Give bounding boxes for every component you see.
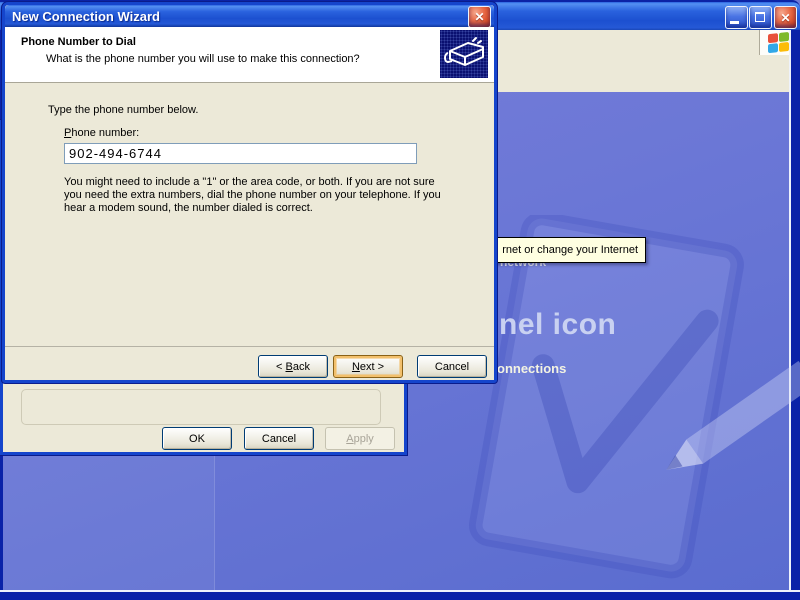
wizard-header: Phone Number to Dial What is the phone n…	[5, 27, 494, 83]
close-icon: ✕	[775, 7, 796, 28]
next-button[interactable]: Next >	[333, 355, 403, 378]
windows-logo-icon	[768, 31, 790, 53]
help-text: You might need to include a "1" or the a…	[64, 176, 441, 215]
close-icon: ✕	[469, 7, 490, 27]
minimize-button[interactable]	[725, 6, 748, 29]
apply-button[interactable]: Apply	[325, 427, 395, 450]
cancel-button[interactable]: Cancel	[244, 427, 314, 450]
modem-icon	[440, 30, 488, 78]
wizard-title: New Connection Wizard	[12, 9, 160, 24]
pane-divider	[3, 455, 215, 592]
instruction-text: Type the phone number below.	[48, 104, 198, 116]
wizard-header-title: Phone Number to Dial	[21, 36, 136, 48]
wizard-close-button[interactable]: ✕	[468, 6, 491, 28]
wizard-header-subtitle: What is the phone number you will use to…	[46, 53, 360, 65]
wizard-titlebar[interactable]: New Connection Wizard	[5, 5, 494, 27]
maximize-icon	[755, 12, 765, 22]
footer-separator	[5, 346, 494, 347]
phone-number-input[interactable]	[64, 143, 417, 164]
wizard-cancel-button[interactable]: Cancel	[417, 355, 487, 378]
new-connection-wizard-dialog: New Connection Wizard ✕ Phone Number to …	[2, 2, 497, 383]
maximize-button[interactable]	[749, 6, 772, 29]
minimize-icon	[730, 21, 739, 24]
back-button[interactable]: < Back	[258, 355, 328, 378]
connections-text-fragment: onnections	[497, 361, 566, 376]
group-box	[21, 389, 381, 425]
page-heading-fragment: nel icon	[499, 308, 616, 342]
window-border-right	[789, 30, 800, 600]
ok-button[interactable]: OK	[162, 427, 232, 450]
close-button[interactable]: ✕	[774, 6, 797, 29]
phone-number-label: Phone number:	[64, 127, 139, 139]
window-border-bottom	[0, 590, 800, 600]
